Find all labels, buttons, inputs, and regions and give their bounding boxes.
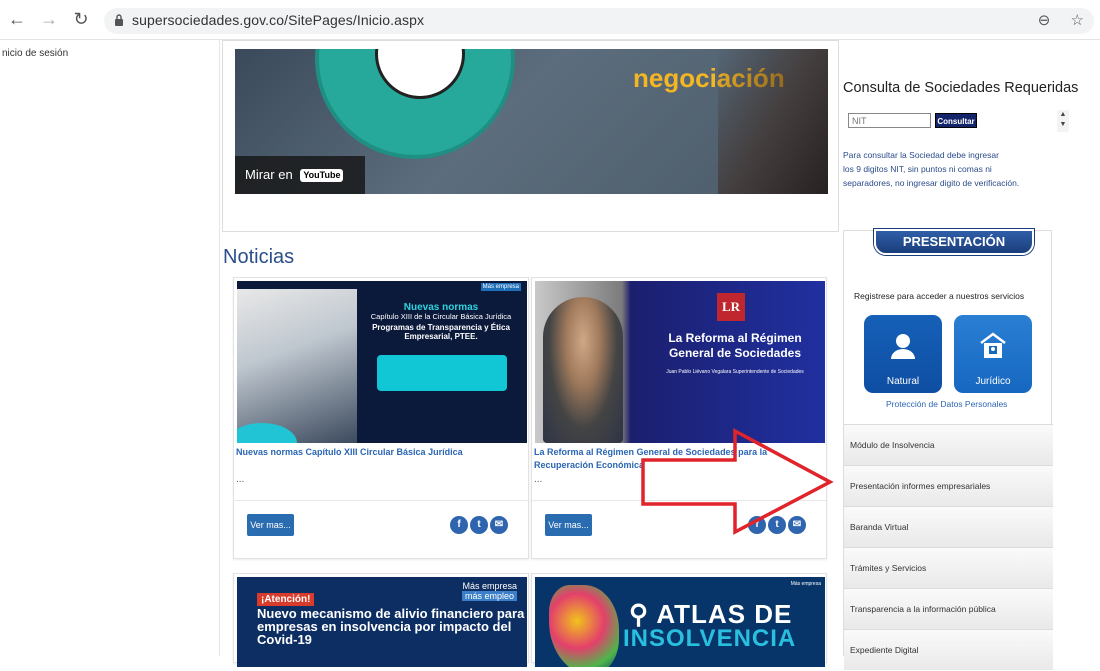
news-image-tag: Más empresa [480,283,521,291]
news-image[interactable]: Más empresa ⚲ ATLAS DE INSOLVENCIA [535,577,825,667]
news-title-link[interactable]: Nuevas normas Capítulo XIII Circular Bás… [236,446,526,459]
news-card: Más empresa ⚲ ATLAS DE INSOLVENCIA [531,573,827,667]
scroll-spinner[interactable]: ▲ ▼ [1057,110,1069,132]
juridico-button[interactable]: Jurídico [954,315,1032,393]
youtube-logo-icon: YouTube [300,169,344,183]
natural-label: Natural [886,376,920,387]
share-icons: f t ✉ [450,516,508,534]
consultar-button[interactable]: Consultar [935,113,977,128]
news-section-title: Noticias [223,246,295,268]
presentacion-panel: PRESENTACIÓN Registrese para acceder a n… [843,229,1053,670]
news-photo-person [543,297,623,443]
presentacion-tab[interactable]: PRESENTACIÓN [874,229,1034,255]
news-image-heading: La Reforma al Régimen General de Socieda… [668,331,802,360]
news-image-byline: Juan Pablo Liévano Vegalara Superintende… [666,369,804,375]
facebook-icon[interactable]: f [748,516,766,534]
news-image[interactable]: LR La Reforma al Régimen General de Soci… [535,281,825,443]
news-card: Más empresa Nuevas normas Capítulo XIII … [233,277,529,559]
browser-toolbar: ← → ↻ supersociedades.gov.co/SitePages/I… [0,0,1100,40]
news-image[interactable]: Más empresa más empleo ¡Atención! Nuevo … [237,577,527,667]
natural-button[interactable]: Natural [864,315,942,393]
consulta-title: Consulta de Sociedades Requeridas [843,80,1079,96]
news-excerpt: ... [534,474,543,485]
facebook-icon[interactable]: f [450,516,468,534]
news-excerpt: ... [236,474,245,485]
news-image-heading: Nuevas normas [403,302,479,313]
help-line: separadores, no ingresar digito de verif… [843,178,1020,188]
news-image-tag-line: Más empresa [462,581,517,591]
ver-mas-button[interactable]: Ver mas... [247,514,294,536]
left-rail: nicio de sesión [0,40,220,656]
lock-icon [115,14,123,26]
news-image-heading: Nuevo mecanismo de alivio financiero par… [257,606,525,647]
menu-item-expediente[interactable]: Expediente Digital [844,629,1053,670]
nit-input[interactable] [848,113,931,128]
back-arrow-icon[interactable]: ← [6,8,28,30]
email-icon[interactable]: ✉ [788,516,806,534]
youtube-video[interactable]: negociación Mirar en YouTube [235,49,828,194]
divider [532,500,826,501]
video-hand-graphic [718,49,828,194]
building-icon [980,332,1006,358]
news-image-tag: Más empresa [790,581,821,587]
divider [234,500,528,501]
news-card: Más empresa más empleo ¡Atención! Nuevo … [233,573,529,667]
news-image-tag-line: más empleo [461,591,517,601]
news-card: LR La Reforma al Régimen General de Soci… [531,277,827,559]
zoom-icon[interactable]: ⊖ [1038,12,1051,29]
news-image[interactable]: Más empresa Nuevas normas Capítulo XIII … [237,281,527,443]
menu-item-transparencia[interactable]: Transparencia a la información pública [844,588,1053,629]
news-image-box [377,355,507,391]
insolvencia-heading: INSOLVENCIA [623,625,797,652]
register-text: Registrese para acceder a nuestros servi… [854,291,1025,301]
video-card: negociación Mirar en YouTube [222,40,839,232]
right-sidebar: Consulta de Sociedades Requeridas Consul… [843,40,1083,670]
privacy-link[interactable]: Protección de Datos Personales [886,399,1007,409]
address-bar[interactable]: supersociedades.gov.co/SitePages/Inicio.… [104,8,1094,34]
twitter-icon[interactable]: t [470,516,488,534]
news-image-subheading: Capítulo XIII de la Circular Básica Jurí… [370,312,512,321]
juridico-label: Jurídico [975,376,1011,387]
share-icons: f t ✉ [748,516,806,534]
help-line: Para consultar la Sociedad debe ingresar [843,150,999,160]
twitter-icon[interactable]: t [768,516,786,534]
lr-logo: LR [717,293,745,321]
email-icon[interactable]: ✉ [490,516,508,534]
news-image-program: Programas de Transparencia y Ética Empre… [372,323,510,341]
url-text: supersociedades.gov.co/SitePages/Inicio.… [132,12,425,28]
watch-on-youtube-button[interactable]: Mirar en YouTube [235,156,365,194]
reload-icon[interactable]: ↻ [70,8,92,30]
menu-item-insolvencia[interactable]: Módulo de Insolvencia [844,424,1053,465]
menu-item-baranda[interactable]: Baranda Virtual [844,506,1053,547]
colombia-map-graphic [549,585,619,667]
bookmark-star-icon[interactable]: ☆ [1071,12,1084,29]
help-line: los 9 digitos NIT, sin puntos ni comas n… [843,164,992,174]
person-icon [891,334,915,359]
menu-item-tramites[interactable]: Trámites y Servicios [844,547,1053,588]
attention-badge: ¡Atención! [257,593,315,606]
forward-arrow-icon[interactable]: → [38,8,60,30]
news-photo [237,289,357,443]
menu-item-informes[interactable]: Presentación informes empresariales [844,465,1053,506]
watch-label: Mirar en [245,167,293,182]
ver-mas-button[interactable]: Ver mas... [545,514,592,536]
news-title-link[interactable]: La Reforma al Régimen General de Socieda… [534,446,824,472]
consulta-help-text: Para consultar la Sociedad debe ingresar… [843,148,1053,190]
login-link[interactable]: nicio de sesión [2,48,68,59]
news-image-tag: Más empresa más empleo [461,581,517,601]
